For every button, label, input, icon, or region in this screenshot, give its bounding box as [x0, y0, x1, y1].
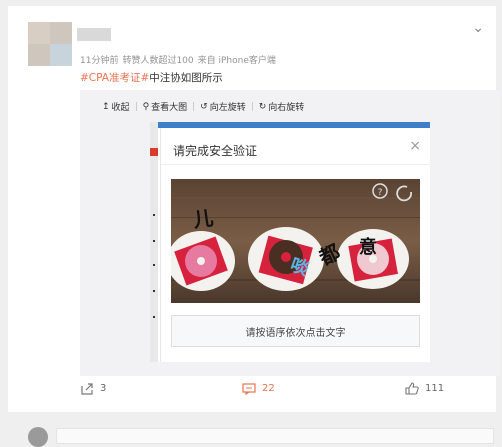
post-actions: 3 22 111	[8, 382, 496, 412]
rotate-right-button[interactable]: ↻ 向右旋转	[253, 100, 311, 114]
view-large-button[interactable]: ⚲ 查看大图	[137, 100, 194, 114]
rotate-left-button[interactable]: ↺ 向左旋转	[194, 100, 252, 114]
avatar[interactable]	[28, 427, 48, 447]
forward-button[interactable]: 3	[80, 382, 106, 395]
post-meta: 11分钟前 转赞人数超过100 来自 iPhone客户端	[80, 53, 280, 66]
media-viewer: ↥ 收起 ⚲ 查看大图 ↺ 向左旋转 ↻ 向右旋转 请完成安全验证 × ? 儿 …	[80, 90, 501, 376]
help-icon[interactable]	[371, 182, 389, 200]
like-button[interactable]: 111	[405, 382, 444, 395]
captcha-char-1[interactable]: 儿	[191, 202, 215, 234]
post-image[interactable]: 请完成安全验证 × ? 儿 啖 都 意 请按语序依次点击文字	[150, 122, 430, 362]
captcha-instruction: 请按语序依次点击文字	[171, 315, 420, 347]
comment-button[interactable]: 22	[242, 382, 275, 395]
captcha-modal: 请完成安全验证 × ? 儿 啖 都 意 请按语序依次点击文字	[160, 128, 430, 362]
search-icon: ⚲	[142, 101, 150, 112]
rotate-left-icon: ↺	[200, 101, 208, 112]
post-time[interactable]: 11分钟前	[80, 56, 118, 66]
captcha-image[interactable]: ? 儿 啖 都 意	[171, 179, 420, 303]
like-count: 111	[425, 383, 445, 394]
rotate-right-icon: ↻	[258, 101, 267, 112]
close-icon[interactable]: ×	[409, 138, 421, 154]
likes-note: 转赞人数超过100	[122, 56, 194, 66]
topic-tag[interactable]: #CPA准考证#	[80, 72, 149, 84]
like-icon	[405, 382, 419, 395]
chevron-down-icon[interactable]: ⌄	[472, 20, 484, 36]
refresh-icon[interactable]	[399, 182, 417, 200]
avatar[interactable]	[28, 22, 72, 66]
comment-count: 22	[262, 383, 275, 394]
post-text: #CPA准考证#中注协如图所示	[80, 70, 223, 85]
username-blurred[interactable]	[77, 28, 111, 41]
collapse-button[interactable]: ↥ 收起	[96, 100, 136, 114]
forward-icon	[81, 383, 93, 395]
post-body: 中注协如图所示	[149, 72, 223, 84]
weibo-post-card: ⌄ 11分钟前 转赞人数超过100 来自 iPhone客户端 #CPA准考证#中注协…	[8, 6, 501, 412]
forward-count: 3	[100, 383, 107, 394]
post-source: 来自 iPhone客户端	[197, 56, 276, 66]
next-post-box	[56, 428, 494, 444]
captcha-char-4[interactable]: 意	[359, 233, 377, 259]
media-toolbar: ↥ 收起 ⚲ 查看大图 ↺ 向左旋转 ↻ 向右旋转	[96, 100, 311, 114]
collapse-icon: ↥	[102, 101, 110, 112]
next-post-preview	[0, 412, 502, 447]
captcha-title: 请完成安全验证	[173, 144, 258, 158]
comment-icon	[242, 383, 256, 395]
